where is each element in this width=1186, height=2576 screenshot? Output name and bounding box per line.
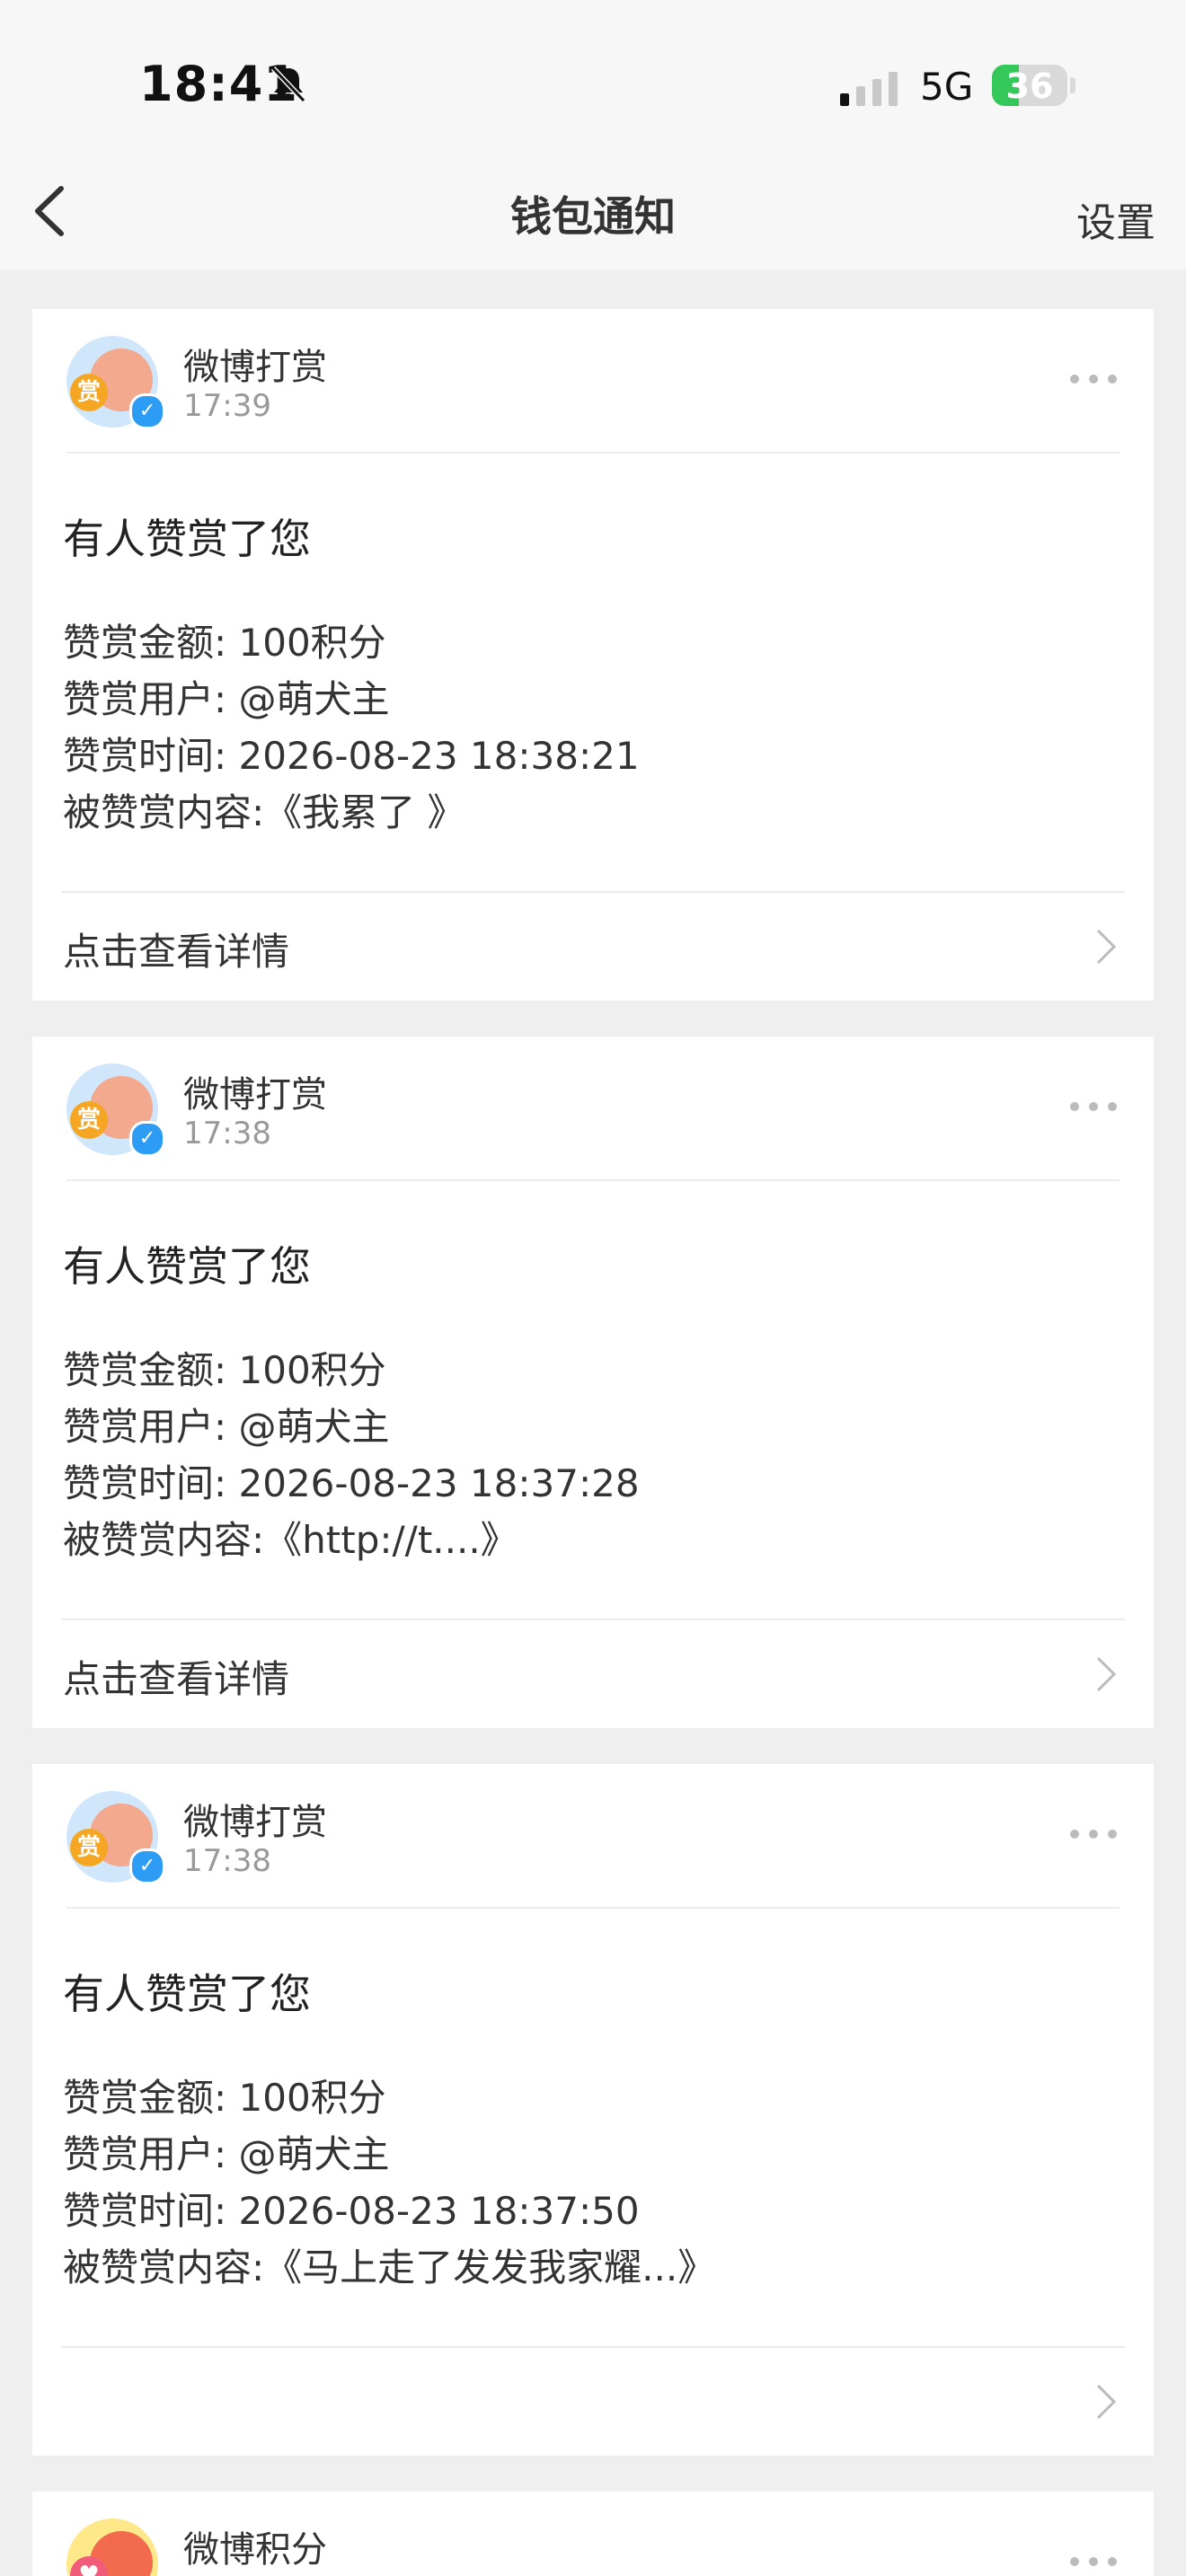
battery-tip	[1070, 77, 1075, 93]
more-dots-icon[interactable]	[1069, 374, 1118, 384]
reward-user: 赞赏用户: @萌犬主	[63, 677, 390, 721]
notification-card: ♥ 微博积分	[32, 2492, 1154, 2576]
verified-icon: ✓	[129, 1121, 165, 1157]
sender-name[interactable]: 微博积分	[183, 2520, 327, 2572]
notification-card: 赏 ✓ 微博打赏 17:38 有人赞赏了您 赞赏金额: 100积分 赞赏用户: …	[32, 1037, 1154, 1728]
divider	[66, 1179, 1120, 1181]
notification-card: 赏 ✓ 微博打赏 17:39 有人赞赏了您 赞赏金额: 100积分 赞赏用户: …	[32, 309, 1154, 1001]
divider	[66, 452, 1120, 454]
reward-amount: 赞赏金额: 100积分	[63, 1348, 386, 1392]
chevron-right-icon[interactable]	[1094, 2382, 1118, 2422]
reward-datetime: 赞赏时间: 2026-08-23 18:37:50	[63, 2189, 640, 2233]
reward-content: 被赞赏内容:《http://t....》	[63, 1518, 518, 1562]
divider	[61, 891, 1125, 893]
sender-name[interactable]: 微博打赏	[183, 338, 327, 390]
notification-time: 17:39	[183, 388, 271, 424]
more-dots-icon[interactable]	[1069, 1829, 1118, 1839]
avatar[interactable]: ♥	[66, 2519, 158, 2576]
reward-datetime: 赞赏时间: 2026-08-23 18:37:28	[63, 1461, 640, 1505]
reward-amount: 赞赏金额: 100积分	[63, 621, 386, 665]
notification-headline: 有人赞赏了您	[63, 515, 311, 563]
notification-headline: 有人赞赏了您	[63, 1242, 311, 1291]
divider	[66, 1907, 1120, 1909]
reward-coin-icon: 赏	[70, 374, 108, 411]
reward-user: 赞赏用户: @萌犬主	[63, 2132, 390, 2176]
divider	[61, 1619, 1125, 1620]
network-label: 5G	[920, 65, 974, 109]
sender-name[interactable]: 微博打赏	[183, 1793, 327, 1845]
reward-content: 被赞赏内容:《马上走了发发我家耀...》	[63, 2245, 716, 2289]
verified-icon: ✓	[129, 1848, 165, 1884]
notification-headline: 有人赞赏了您	[63, 1970, 311, 2018]
notification-time: 17:38	[183, 1843, 271, 1879]
reward-datetime: 赞赏时间: 2026-08-23 18:38:21	[63, 734, 640, 778]
reward-content: 被赞赏内容:《我累了 》	[63, 790, 465, 834]
reward-user: 赞赏用户: @萌犬主	[63, 1405, 390, 1449]
view-details-link[interactable]: 点击查看详情	[63, 1649, 289, 1704]
reward-amount: 赞赏金额: 100积分	[63, 2076, 386, 2120]
signal-icon	[840, 72, 898, 106]
nav-bar: 钱包通知 设置	[0, 153, 1186, 269]
reward-coin-icon: 赏	[70, 1101, 108, 1139]
view-details-link[interactable]: 点击查看详情	[63, 922, 289, 976]
page-title: 钱包通知	[510, 192, 676, 241]
battery-icon: 36	[992, 65, 1067, 106]
sender-name[interactable]: 微博打赏	[183, 1065, 327, 1117]
status-bar: 18:41 5G 36	[0, 0, 1186, 153]
notification-time: 17:38	[183, 1116, 271, 1151]
verified-icon: ✓	[129, 393, 165, 429]
more-dots-icon[interactable]	[1069, 1101, 1118, 1112]
chevron-right-icon[interactable]	[1094, 1654, 1118, 1694]
more-dots-icon[interactable]	[1069, 2556, 1118, 2567]
notification-card: 赏 ✓ 微博打赏 17:38 有人赞赏了您 赞赏金额: 100积分 赞赏用户: …	[32, 1764, 1154, 2456]
divider	[61, 2346, 1125, 2348]
battery-percent: 36	[1005, 66, 1054, 106]
settings-button[interactable]: 设置	[1076, 190, 1155, 248]
reward-coin-icon: 赏	[70, 1829, 108, 1866]
chevron-right-icon[interactable]	[1094, 927, 1118, 966]
bell-slash-icon	[270, 66, 306, 103]
